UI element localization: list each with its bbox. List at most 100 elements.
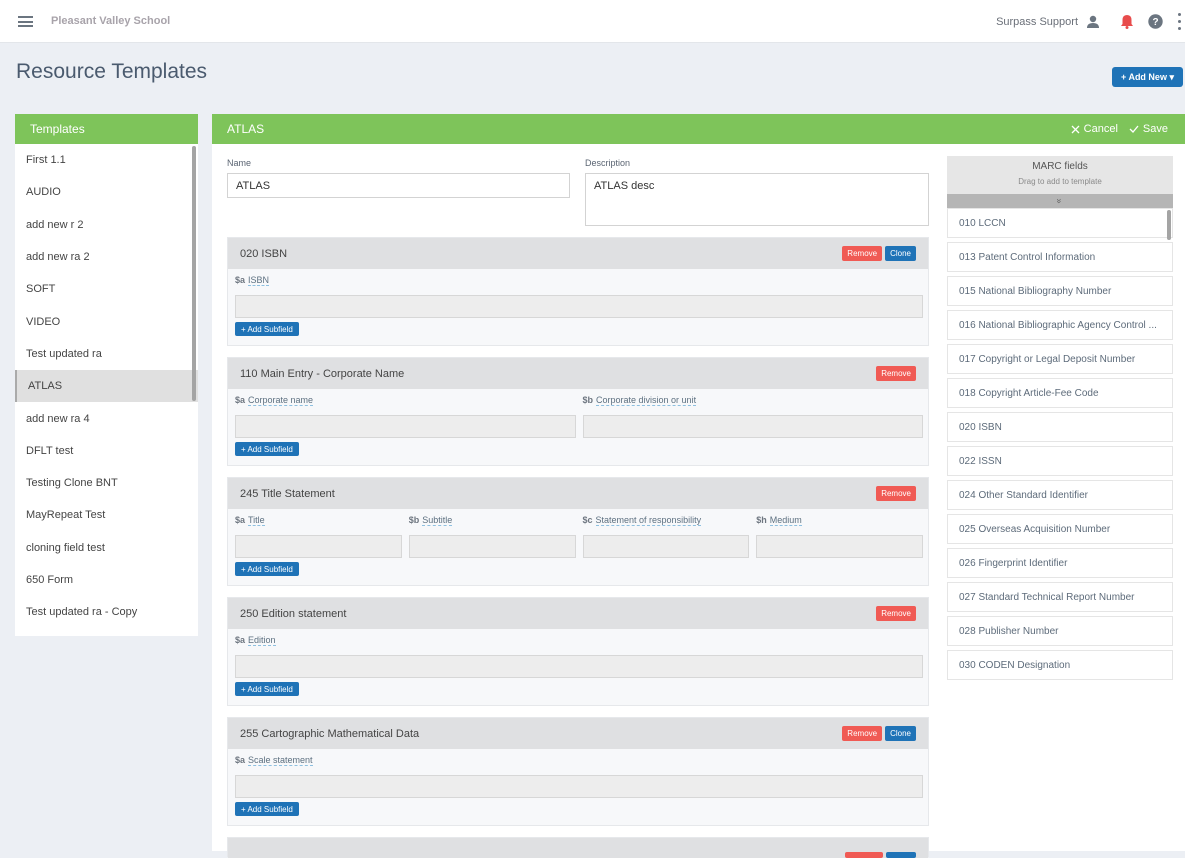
clone-button[interactable]: Clone [885, 726, 916, 741]
template-item[interactable]: ATLAS [15, 370, 198, 403]
template-item[interactable]: 650 Form [15, 564, 198, 596]
subfield-name[interactable]: Title [248, 515, 265, 526]
add-subfield-button[interactable]: + Add Subfield [235, 562, 299, 576]
template-item[interactable]: cloning field test [15, 532, 198, 564]
marc-field-item[interactable]: 024 Other Standard Identifier [947, 480, 1173, 510]
remove-button[interactable]: Remove [876, 606, 916, 621]
subfield-name[interactable]: Medium [769, 515, 802, 526]
user-name[interactable]: Surpass Support [996, 16, 1078, 28]
remove-button[interactable]: Remove [842, 726, 883, 741]
add-subfield-button[interactable]: + Add Subfield [235, 682, 299, 696]
description-label: Description [585, 158, 631, 168]
subfield-code: $a [235, 635, 246, 645]
subfield-input[interactable] [582, 415, 923, 438]
subfield-input[interactable] [235, 535, 402, 558]
marc-scrollbar[interactable] [1167, 210, 1171, 240]
subfield-name[interactable]: Scale statement [248, 755, 313, 766]
remove-button[interactable]: Remove [876, 366, 916, 381]
subfield-name[interactable]: Statement of responsibility [595, 515, 702, 526]
subfield-name[interactable]: Subtitle [422, 515, 453, 526]
template-item[interactable]: AUDIO [15, 176, 198, 208]
add-new-button[interactable]: + Add New ▾ [1112, 67, 1183, 87]
marc-field-item[interactable]: 026 Fingerprint Identifier [947, 548, 1173, 578]
template-item[interactable]: add new ra 2 [15, 241, 198, 273]
remove-button[interactable]: Remove [842, 246, 883, 261]
clone-button[interactable] [886, 852, 916, 858]
marc-field-block: 020 ISBN Remove Clone $a ISBN + Add Subfield [227, 237, 929, 346]
menu-icon[interactable] [18, 16, 33, 27]
cancel-button[interactable]: Cancel [1071, 123, 1118, 135]
subfield: $a Edition [235, 635, 923, 678]
subfield-input[interactable] [408, 535, 576, 558]
marc-field-item[interactable]: 010 LCCN [947, 208, 1173, 238]
close-icon [1071, 125, 1080, 133]
subfield-input[interactable] [235, 295, 923, 318]
marc-field-block: 250 Edition statement Remove $a Edition + Ad… [227, 597, 929, 706]
template-item[interactable]: Test updated ra - Copy [15, 596, 198, 628]
templates-scrollbar[interactable] [192, 146, 196, 401]
marc-field-item[interactable]: 030 CODEN Designation [947, 650, 1173, 680]
template-item[interactable]: MayRepeat Test [15, 499, 198, 531]
template-item[interactable]: DFLT test [15, 435, 198, 467]
description-textarea[interactable]: ATLAS desc [585, 173, 929, 226]
subfield-name[interactable]: Edition [248, 635, 276, 646]
marc-field-item[interactable]: 022 ISSN [947, 446, 1173, 476]
subfield-name[interactable]: Corporate name [248, 395, 314, 406]
subfield-name[interactable]: Corporate division or unit [596, 395, 697, 406]
brand-name: Pleasant Valley School [51, 15, 171, 27]
subfield-input[interactable] [235, 415, 576, 438]
subfield-input[interactable] [582, 535, 750, 558]
name-label: Name [227, 158, 252, 168]
subfield: $b Subtitle [408, 515, 576, 558]
marc-fields-subtitle: Drag to add to template [1018, 177, 1102, 186]
subfield-code: $b [408, 515, 420, 525]
subfield-name[interactable]: ISBN [248, 275, 270, 286]
user-icon[interactable] [1086, 15, 1100, 28]
template-item[interactable]: add new r 2 [15, 209, 198, 241]
marc-field-item[interactable]: 025 Overseas Acquisition Number [947, 514, 1173, 544]
template-item[interactable]: First 1.1 [15, 144, 198, 176]
field-header: 255 Cartographic Mathematical Data Remove… [228, 718, 928, 749]
add-subfield-button[interactable]: + Add Subfield [235, 442, 299, 456]
template-item[interactable]: Testing Clone BNT [15, 467, 198, 499]
check-icon [1129, 125, 1139, 133]
editor-header: ATLAS Cancel Save [212, 114, 1185, 144]
subfield: $c Statement of responsibility [582, 515, 750, 558]
template-item[interactable]: VIDEO [15, 305, 198, 337]
marc-fields-header: MARC fields Drag to add to template [947, 156, 1173, 194]
more-options-icon[interactable] [1177, 11, 1181, 32]
subfield-input[interactable] [235, 655, 923, 678]
remove-button[interactable]: Remove [876, 486, 916, 501]
save-button[interactable]: Save [1129, 123, 1168, 135]
marc-field-item[interactable]: 015 National Bibliography Number [947, 276, 1173, 306]
marc-field-item[interactable]: 018 Copyright Article-Fee Code [947, 378, 1173, 408]
add-subfield-button[interactable]: + Add Subfield [235, 802, 299, 816]
subfield-code: $c [582, 515, 593, 525]
marc-field-block: 245 Title Statement Remove $a Title $b Subtit… [227, 477, 929, 586]
template-item[interactable]: add new ra 4 [15, 402, 198, 434]
help-icon[interactable]: ? [1148, 14, 1163, 29]
field-header: 110 Main Entry - Corporate Name Remove [228, 358, 928, 389]
clone-button[interactable]: Clone [885, 246, 916, 261]
subfield-code: $a [235, 755, 246, 765]
expand-icon[interactable]: » [947, 194, 1173, 208]
add-subfield-button[interactable]: + Add Subfield [235, 322, 299, 336]
marc-field-item[interactable]: 013 Patent Control Information [947, 242, 1173, 272]
marc-field-item[interactable]: 020 ISBN [947, 412, 1173, 442]
name-input[interactable]: ATLAS [227, 173, 570, 198]
bell-icon[interactable] [1120, 14, 1134, 29]
subfield: $a Corporate name [235, 395, 576, 438]
page-title: Resource Templates [16, 60, 208, 83]
marc-field-item[interactable]: 028 Publisher Number [947, 616, 1173, 646]
template-item[interactable]: Test updated ra [15, 338, 198, 370]
remove-button[interactable] [845, 852, 883, 858]
marc-field-item[interactable]: 017 Copyright or Legal Deposit Number [947, 344, 1173, 374]
subfield-input[interactable] [756, 535, 923, 558]
template-item[interactable]: SOFT [15, 273, 198, 305]
subfield-input[interactable] [235, 775, 923, 798]
subfield-code: $h [756, 515, 767, 525]
marc-field-item[interactable]: 027 Standard Technical Report Number [947, 582, 1173, 612]
marc-field-item[interactable]: 016 National Bibliographic Agency Contro… [947, 310, 1173, 340]
editor-title: ATLAS [227, 122, 265, 136]
templates-panel: Templates First 1.1 AUDIO add new r 2 add n… [15, 114, 198, 636]
